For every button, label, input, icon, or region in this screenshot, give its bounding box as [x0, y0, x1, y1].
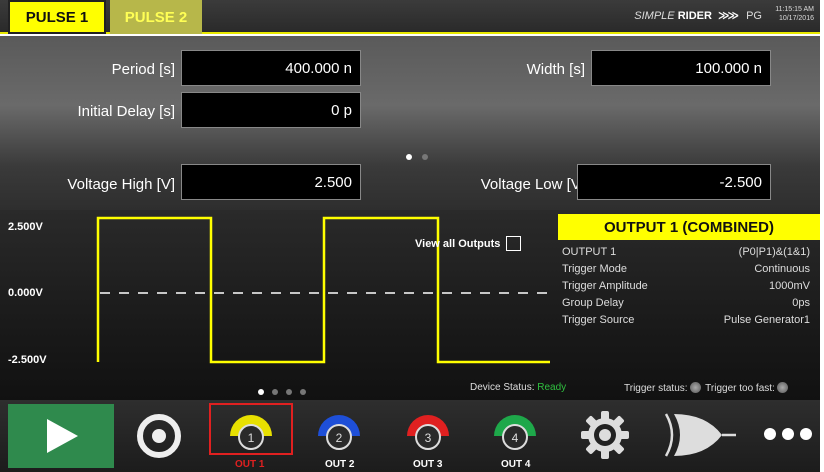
out-4-label: OUT 4: [501, 459, 531, 470]
info-value: 0ps: [792, 296, 810, 309]
out-1-number: 1: [248, 431, 255, 445]
stop-icon-center: [152, 429, 166, 443]
info-row: Trigger Mode Continuous: [558, 260, 820, 277]
view-all-outputs-label: View all Outputs: [415, 237, 501, 250]
out-2-label: OUT 2: [325, 459, 355, 470]
output-info-panel: OUTPUT 1 (COMBINED) OUTPUT 1 (P0|P1)&(1&1…: [558, 214, 820, 344]
out-4-button[interactable]: 4: [490, 410, 540, 456]
out-1-label: OUT 1: [235, 459, 265, 470]
out-2-button[interactable]: 2: [314, 410, 364, 456]
trigger-status: Trigger status: Trigger too fast:: [624, 382, 790, 394]
voltage-low-field[interactable]: -2.500: [577, 164, 771, 200]
initial-delay-field[interactable]: 0 p: [181, 92, 361, 128]
page-dot-3[interactable]: [286, 389, 292, 395]
info-value: Pulse Generator1: [723, 313, 810, 326]
voltage-low-label: Voltage Low [V]: [480, 176, 585, 193]
info-value: 1000mV: [769, 279, 810, 292]
info-key: OUTPUT 1: [562, 245, 617, 258]
info-row: OUTPUT 1 (P0|P1)&(1&1): [558, 243, 820, 260]
brand-logo: SIMPLE RIDER ≫≫ PG: [634, 9, 762, 22]
output-title: OUTPUT 1 (COMBINED): [558, 214, 820, 240]
stop-button[interactable]: [134, 411, 184, 461]
gear-icon: [581, 411, 629, 459]
out-3-button[interactable]: 3: [403, 410, 453, 456]
out-1-button[interactable]: 1: [226, 410, 276, 456]
trigger-status-label: Trigger status:: [624, 383, 688, 394]
page-dot-1[interactable]: [406, 154, 412, 160]
out-3-number: 3: [425, 431, 432, 445]
info-key: Trigger Amplitude: [562, 279, 648, 292]
trigger-too-fast-led-icon: [776, 382, 788, 393]
info-key: Trigger Source: [562, 313, 635, 326]
info-row: Trigger Amplitude 1000mV: [558, 277, 820, 294]
info-row: Group Delay 0ps: [558, 294, 820, 311]
out-2-number: 2: [336, 431, 343, 445]
parameter-panel: Period [s] 400.000 n Width [s] 100.000 n…: [0, 36, 820, 210]
waveform-page-indicator: [258, 382, 316, 400]
device-status-value: Ready: [537, 382, 567, 393]
brand-rider: RIDER: [677, 10, 712, 22]
info-key: Trigger Mode: [562, 262, 628, 275]
info-key: Group Delay: [562, 296, 624, 309]
xor-gate-icon: [664, 413, 736, 457]
clock-time: 11:15:15 AM: [775, 6, 814, 13]
width-label: Width [s]: [526, 61, 585, 78]
page-indicator: [406, 147, 438, 165]
clock: 11:15:15 AM 10/17/2016: [775, 5, 814, 23]
voltage-high-label: Voltage High [V]: [67, 176, 175, 193]
voltage-high-field[interactable]: 2.500: [181, 164, 361, 200]
play-button[interactable]: [8, 404, 114, 468]
app-window: PULSE 1 PULSE 2 SIMPLE RIDER ≫≫ PG 11:15…: [0, 0, 824, 472]
more-button[interactable]: [760, 424, 816, 444]
brand-arrows-icon: ≫≫: [718, 10, 739, 22]
top-bar: PULSE 1 PULSE 2 SIMPLE RIDER ≫≫ PG 11:15…: [0, 0, 820, 34]
settings-button[interactable]: [578, 408, 632, 462]
out-4-number: 4: [512, 431, 519, 445]
info-value: (P0|P1)&(1&1): [738, 245, 810, 258]
period-field[interactable]: 400.000 n: [181, 50, 361, 86]
bottom-toolbar: 1 OUT 1 2 OUT 2 3 OUT 3 4 OUT 4: [0, 400, 820, 472]
tab-pulse-2[interactable]: PULSE 2: [110, 0, 202, 34]
page-dot-1[interactable]: [258, 389, 264, 395]
page-dot-2[interactable]: [422, 154, 428, 160]
view-all-outputs-toggle[interactable]: View all Outputs: [415, 236, 522, 251]
clock-date: 10/17/2016: [778, 15, 814, 22]
view-all-outputs-checkbox[interactable]: [506, 236, 522, 251]
device-status: Device Status: Ready: [470, 382, 566, 393]
info-row: Trigger Source Pulse Generator1: [558, 311, 820, 328]
tab-pulse-1[interactable]: PULSE 1: [8, 0, 106, 34]
more-dots-icon: [764, 428, 812, 440]
page-dot-2[interactable]: [272, 389, 278, 395]
brand-simple: SIMPLE: [634, 10, 675, 22]
device-status-label: Device Status:: [470, 382, 535, 393]
waveform-panel: 2.500V 0.000V -2.500V View all Outputs O…: [0, 210, 820, 400]
out-3-label: OUT 3: [413, 459, 443, 470]
play-icon: [47, 419, 78, 453]
trigger-too-fast-label: Trigger too fast:: [705, 383, 775, 394]
brand-pg: PG: [746, 10, 762, 22]
info-value: Continuous: [754, 262, 810, 275]
page-dot-4[interactable]: [300, 389, 306, 395]
trigger-status-led-icon: [689, 382, 701, 393]
initial-delay-label: Initial Delay [s]: [77, 103, 175, 120]
period-label: Period [s]: [111, 61, 175, 78]
logic-gate-button[interactable]: [662, 410, 738, 460]
width-field[interactable]: 100.000 n: [591, 50, 771, 86]
